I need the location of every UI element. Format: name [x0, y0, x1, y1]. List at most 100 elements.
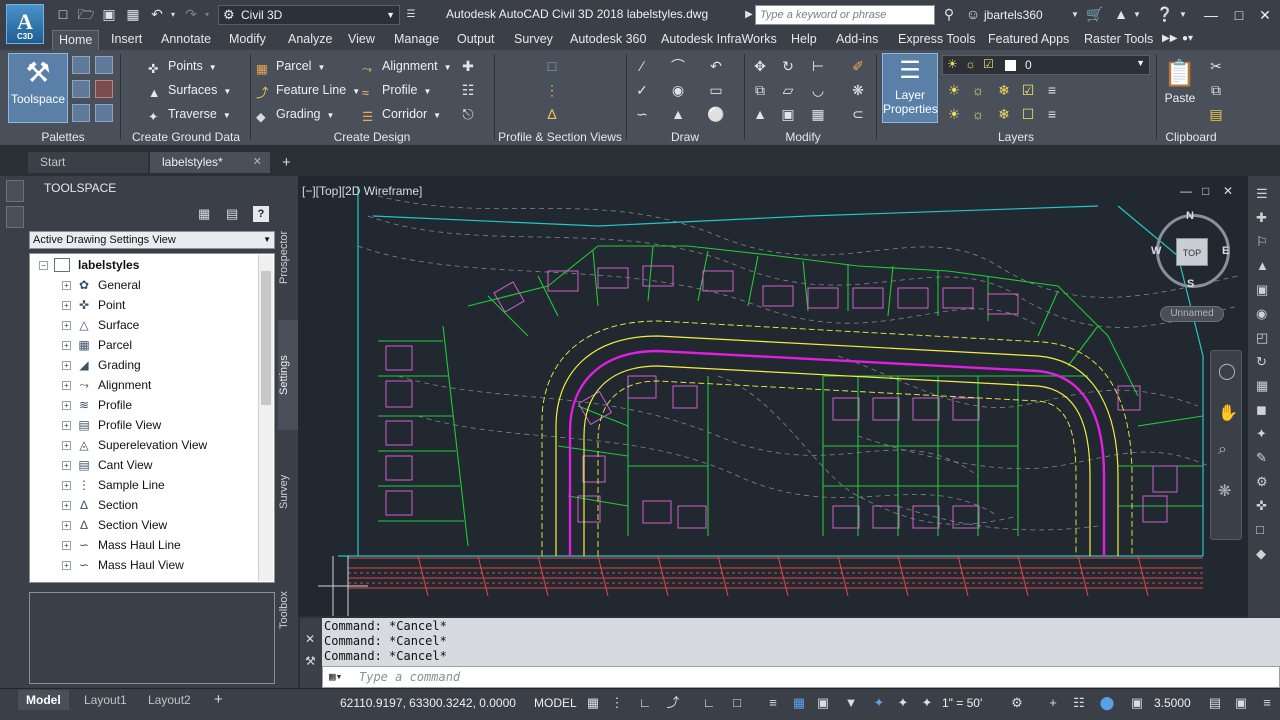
tool-strip-icon[interactable]: ↻	[1256, 354, 1267, 370]
chevron-down-icon[interactable]: ▼	[1174, 6, 1192, 23]
layout-tab-model[interactable]: Model	[18, 690, 69, 710]
paste-button[interactable]: 📋 Paste	[1160, 55, 1200, 123]
workspace-selector[interactable]: ⚙ Civil 3D ▼	[218, 5, 400, 25]
ucs-menu[interactable]: Unnamed	[1160, 306, 1224, 322]
layer-states-icon[interactable]: ≡	[1042, 104, 1062, 124]
tool-strip-icon[interactable]: ✦	[1256, 426, 1267, 442]
layout-tab-layout2[interactable]: Layout2	[140, 690, 199, 710]
annotation-monitor-icon[interactable]: ▣	[1128, 694, 1146, 712]
tab-featured-apps[interactable]: Featured Apps	[982, 30, 1075, 50]
traverse-menu[interactable]: ✦ Traverse ▼	[148, 105, 231, 124]
compass-south[interactable]: S	[1187, 278, 1194, 290]
tab-infraworks[interactable]: Autodesk InfraWorks	[655, 30, 783, 50]
save-as-icon[interactable]: ▦	[124, 6, 142, 23]
orbit-icon[interactable]: ❋	[1218, 481, 1231, 501]
command-line-grip[interactable]: ✕ ⚒	[300, 618, 322, 688]
properties-palette-icon[interactable]	[95, 56, 113, 74]
parcel-menu[interactable]: ▦ Parcel ▼	[256, 57, 325, 76]
tab-modify[interactable]: Modify	[223, 30, 272, 50]
layer-match-icon[interactable]: ≡	[1042, 80, 1062, 100]
panel-title-create-design[interactable]: Create Design	[252, 129, 492, 145]
layer-unlock-icon[interactable]: ☐	[1018, 104, 1038, 124]
vertical-tab-settings[interactable]: Settings	[278, 320, 298, 430]
compass-east[interactable]: E	[1222, 245, 1229, 257]
application-menu-button[interactable]: A C3D	[6, 4, 44, 44]
annotation-visibility-icon[interactable]: ✦	[870, 694, 888, 712]
vertical-tab-toolbox[interactable]: Toolbox	[278, 580, 298, 640]
compass-west[interactable]: W	[1151, 245, 1161, 257]
palette-menu-icon[interactable]	[6, 180, 24, 202]
tool-palette-icon[interactable]	[72, 80, 90, 98]
customize-qat-icon[interactable]: ☰	[402, 6, 420, 23]
customize-wrench-icon[interactable]: ⚒	[305, 654, 316, 668]
layer-palette-icon[interactable]	[95, 80, 113, 98]
layer-freeze-icon[interactable]: ❄	[994, 80, 1014, 100]
tab-express-tools[interactable]: Express Tools	[892, 30, 982, 50]
customization-menu-icon[interactable]: ≡	[1258, 694, 1276, 712]
design-center-icon[interactable]	[72, 104, 90, 122]
layer-dropdown[interactable]: ☀ ☼ ☑ 0 ▼	[942, 55, 1150, 75]
tab-output[interactable]: Output	[451, 30, 501, 50]
ortho-icon[interactable]: ∟	[636, 694, 654, 712]
model-space-toggle[interactable]: MODEL	[534, 696, 577, 710]
match-properties-icon[interactable]: ▤	[1206, 104, 1226, 124]
zoom-extents-icon[interactable]: ⌕	[1218, 441, 1227, 459]
cart-icon[interactable]: 🛒	[1086, 6, 1104, 23]
layer-on-icon[interactable]: ☼	[968, 104, 988, 124]
fullscreen-icon[interactable]: ▣	[1232, 694, 1250, 712]
tab-autodesk-360[interactable]: Autodesk 360	[564, 30, 652, 50]
spline-icon[interactable]: ∽	[632, 104, 652, 124]
viewport-close-icon[interactable]: ✕	[1223, 184, 1233, 198]
close-icon[interactable]: ✕	[253, 152, 262, 173]
tab-manage[interactable]: Manage	[388, 30, 445, 50]
layer-isolate-icon[interactable]: ☀	[944, 80, 964, 100]
fillet-icon[interactable]: ◡	[808, 80, 828, 100]
annotation-scale-icon[interactable]: ✦	[918, 694, 936, 712]
new-layout-button[interactable]: +	[206, 690, 231, 710]
signed-in-user[interactable]: jbartels360	[984, 8, 1043, 22]
chevron-down-icon[interactable]: ▼	[1066, 6, 1084, 23]
tab-help[interactable]: Help	[785, 30, 823, 50]
ellipse-icon[interactable]: ⚪	[706, 104, 726, 124]
stretch-icon[interactable]: ▲	[750, 104, 770, 124]
surfaces-menu[interactable]: ▲ Surfaces ▼	[148, 81, 231, 100]
ribbon-toggle-icon[interactable]: ●▾	[1176, 30, 1199, 50]
toolspace-button[interactable]: ⚒ Toolspace	[8, 53, 68, 123]
tab-home[interactable]: Home	[52, 30, 100, 50]
tool-strip-icon[interactable]: ✜	[1256, 498, 1267, 514]
sample-lines-icon[interactable]: ⋮	[542, 80, 562, 100]
chevron-down-icon[interactable]: ▼	[1128, 6, 1146, 23]
tool-strip-icon[interactable]: □	[1256, 522, 1264, 537]
open-folder-icon[interactable]: 🗁	[77, 6, 95, 23]
close-icon[interactable]: ✕	[1254, 5, 1276, 25]
tab-raster-tools[interactable]: Raster Tools	[1078, 30, 1159, 50]
mirror-icon[interactable]: ▱	[778, 80, 798, 100]
view-mode-select[interactable]: Active Drawing Settings View ▼	[29, 231, 275, 249]
command-prompt-icon[interactable]: ▦▾	[329, 667, 342, 687]
alignment-menu[interactable]: ⤳ Alignment ▼	[362, 57, 452, 76]
cut-icon[interactable]: ✂	[1206, 56, 1226, 76]
palette-properties-icon[interactable]	[6, 206, 24, 228]
profile-menu[interactable]: ≈ Profile ▼	[362, 81, 431, 100]
keyword-search-input[interactable]: Type a keyword or phrase	[755, 5, 935, 25]
tool-strip-icon[interactable]: ✚	[1256, 210, 1267, 226]
restore-icon[interactable]: □	[1228, 5, 1250, 25]
layer-thaw-icon[interactable]: ❄	[994, 104, 1014, 124]
annotation-scale-value[interactable]: 1" = 50'	[942, 696, 982, 710]
dropdown-icon[interactable]: ▼	[842, 694, 860, 712]
trim-icon[interactable]: ⊢	[808, 56, 828, 76]
item-view-icon[interactable]: ▤	[226, 206, 244, 222]
tool-strip-icon[interactable]: ⚐	[1256, 234, 1268, 250]
copy-clip-icon[interactable]: ⧉	[1206, 80, 1226, 100]
panel-title-draw[interactable]: Draw	[628, 129, 742, 145]
tool-strip-icon[interactable]: ▲	[1256, 258, 1269, 273]
erase-icon[interactable]: ✐	[848, 56, 868, 76]
profile-view-icon[interactable]: □	[542, 56, 562, 76]
polyline-icon[interactable]: ⌒	[668, 56, 688, 76]
grading-menu[interactable]: ◆ Grading ▼	[256, 105, 334, 124]
points-menu[interactable]: ✜ Points ▼	[148, 57, 217, 76]
lineweight-icon[interactable]: ≡	[764, 694, 782, 712]
grid-icon[interactable]: ▦	[584, 694, 602, 712]
panel-title-palettes[interactable]: Palettes	[8, 129, 118, 145]
tree-scrollbar[interactable]	[258, 255, 273, 581]
